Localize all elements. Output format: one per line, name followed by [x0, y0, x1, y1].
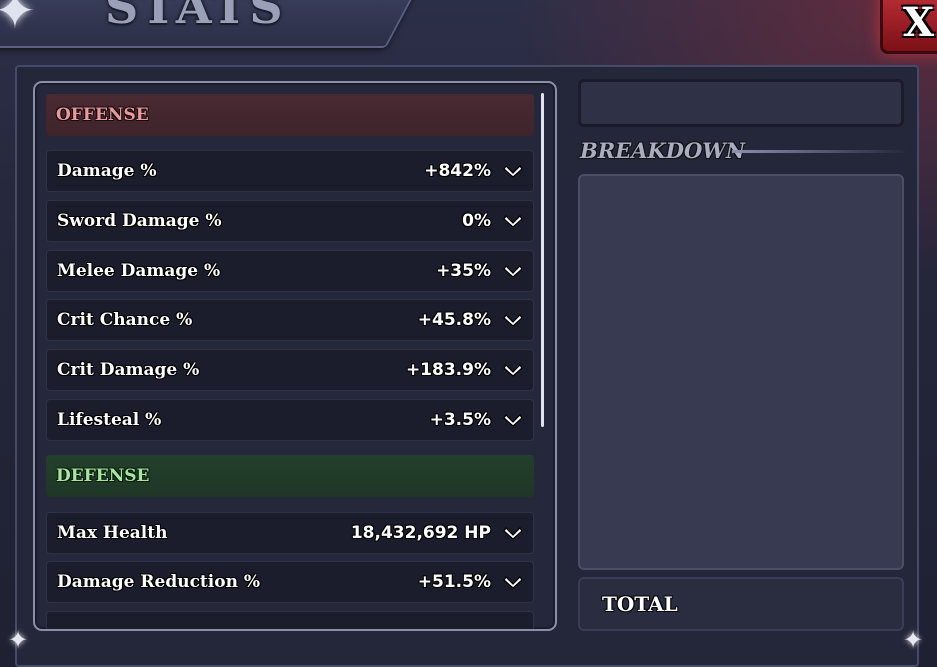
stat-row-damage-reduction[interactable]: Damage Reduction % +51.5%	[46, 561, 534, 603]
chevron-down-icon[interactable]	[503, 213, 523, 229]
chevron-down-icon[interactable]	[503, 362, 523, 378]
stat-row-partial[interactable]	[46, 611, 534, 629]
stat-row-crit-chance[interactable]: Crit Chance % +45.8%	[46, 299, 534, 341]
close-button[interactable]: X	[880, 0, 937, 54]
chevron-down-icon[interactable]	[503, 412, 523, 428]
stat-row-max-health[interactable]: Max Health 18,432,692 HP	[46, 512, 534, 554]
stat-value: 18,432,692 HP	[350, 523, 491, 543]
stat-label: Damage Reduction %	[57, 572, 261, 592]
stat-label: Melee Damage %	[57, 261, 221, 281]
breakdown-title: BREAKDOWN	[580, 138, 746, 163]
star-icon: ✦	[8, 626, 29, 654]
chevron-down-icon[interactable]	[503, 263, 523, 279]
stat-label: Crit Chance %	[57, 310, 193, 330]
stat-row-sword-damage[interactable]: Sword Damage % 0%	[46, 200, 534, 242]
stat-name-box	[578, 79, 904, 127]
stat-value: +35%	[436, 261, 491, 281]
stat-value: +3.5%	[429, 410, 491, 430]
star-icon: ✦	[0, 0, 36, 40]
stat-value: 0%	[462, 211, 491, 231]
defense-header-label: DEFENSE	[56, 466, 150, 486]
chevron-down-icon[interactable]	[503, 163, 523, 179]
breakdown-panel	[578, 174, 904, 570]
stat-value: +183.9%	[405, 360, 491, 380]
stat-value: +842%	[424, 161, 491, 181]
close-icon: X	[903, 0, 935, 46]
window-title: STATS	[105, 0, 286, 34]
stat-row-melee-damage[interactable]: Melee Damage % +35%	[46, 250, 534, 292]
divider	[732, 150, 908, 153]
stat-row-damage[interactable]: Damage % +842%	[46, 150, 534, 192]
total-label: TOTAL	[602, 592, 678, 616]
chevron-down-icon[interactable]	[503, 574, 523, 590]
defense-header: DEFENSE	[46, 455, 534, 497]
star-icon: ✦	[903, 626, 924, 654]
offense-header: OFFENSE	[46, 94, 534, 136]
stat-label: Max Health	[57, 523, 168, 543]
stats-list-panel[interactable]: OFFENSE Damage % +842% Sword Damage % 0%…	[33, 81, 557, 631]
stat-label: Lifesteal %	[57, 410, 162, 430]
chevron-down-icon[interactable]	[503, 312, 523, 328]
stat-label: Damage %	[57, 161, 157, 181]
chevron-down-icon[interactable]	[503, 525, 523, 541]
stat-label: Sword Damage %	[57, 211, 222, 231]
stat-value: +51.5%	[417, 572, 491, 592]
stat-row-lifesteal[interactable]: Lifesteal % +3.5%	[46, 399, 534, 441]
stat-value: +45.8%	[417, 310, 491, 330]
stat-row-crit-damage[interactable]: Crit Damage % +183.9%	[46, 349, 534, 391]
total-panel: TOTAL	[578, 577, 904, 631]
offense-header-label: OFFENSE	[56, 105, 149, 125]
scrollbar[interactable]	[541, 93, 544, 427]
stat-label: Crit Damage %	[57, 360, 200, 380]
